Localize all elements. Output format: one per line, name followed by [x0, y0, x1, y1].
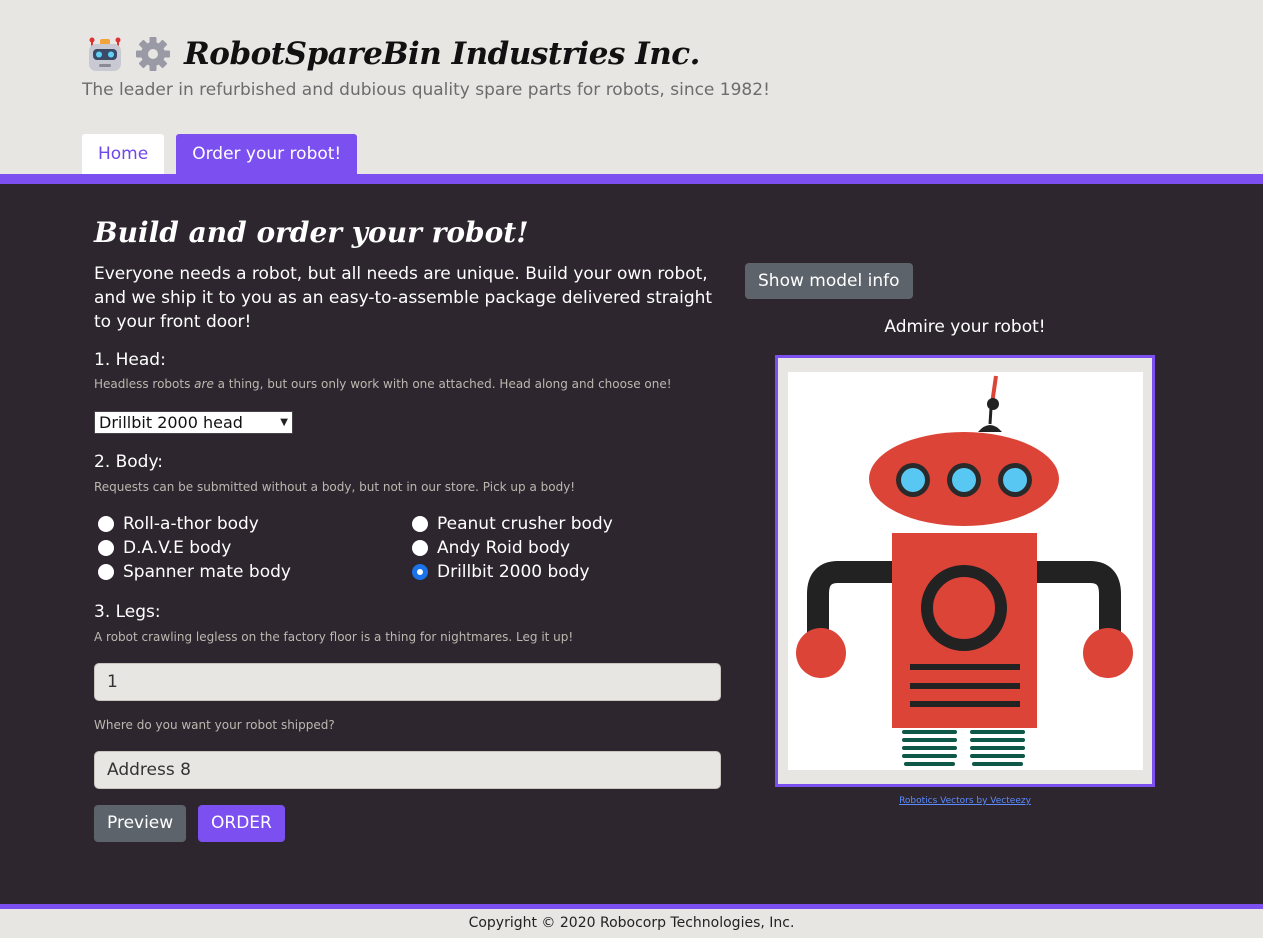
tagline: The leader in refurbished and dubious qu…	[82, 80, 770, 100]
robot-preview-frame	[775, 355, 1155, 787]
radio-label: Peanut crusher body	[437, 514, 613, 534]
radio-button[interactable]	[98, 564, 114, 580]
body-hint: Requests can be submitted without a body…	[94, 480, 576, 494]
logo-row: RobotSpareBin Industries Inc.	[86, 34, 700, 74]
radio-button[interactable]	[412, 516, 428, 532]
head-select[interactable]: Drillbit 2000 head ▼	[94, 411, 293, 434]
footer: Copyright © 2020 Robocorp Technologies, …	[0, 909, 1263, 938]
radio-roll-a-thor[interactable]: Roll-a-thor body	[98, 514, 259, 534]
show-model-info-button[interactable]: Show model info	[745, 263, 913, 299]
intro-text: Everyone needs a robot, but all needs ar…	[94, 264, 713, 332]
main-content: Build and order your robot! Everyone nee…	[0, 184, 1263, 904]
radio-dave[interactable]: D.A.V.E body	[98, 538, 231, 558]
radio-button-checked[interactable]	[412, 564, 428, 580]
address-input[interactable]: Address 8	[94, 751, 721, 789]
robot-face-icon	[86, 35, 124, 73]
preview-button[interactable]: Preview	[94, 805, 187, 842]
radio-button[interactable]	[412, 540, 428, 556]
head-hint-text-1: Headless robots	[94, 377, 195, 391]
nav-tabs: Home Order your robot!	[82, 134, 369, 174]
body-label: 2. Body:	[94, 452, 164, 472]
radio-label: Spanner mate body	[123, 562, 291, 582]
radio-andy-roid[interactable]: Andy Roid body	[412, 538, 570, 558]
address-hint: Where do you want your robot shipped?	[94, 718, 335, 732]
brand-title: RobotSpareBin Industries Inc.	[184, 36, 700, 72]
head-label: 1. Head:	[94, 350, 166, 370]
radio-button[interactable]	[98, 540, 114, 556]
legs-label: 3. Legs:	[94, 602, 161, 622]
admire-caption: Admire your robot!	[884, 317, 1046, 337]
page-title: Build and order your robot!	[94, 216, 529, 249]
tab-home[interactable]: Home	[82, 134, 165, 174]
header-divider	[0, 174, 1263, 184]
robot-preview-image	[788, 372, 1143, 770]
head-select-value: Drillbit 2000 head	[99, 413, 243, 432]
vecteezy-credit-link[interactable]: Robotics Vectors by Vecteezy	[775, 796, 1155, 806]
tab-order-your-robot[interactable]: Order your robot!	[176, 134, 358, 174]
radio-label: D.A.V.E body	[123, 538, 232, 558]
order-button[interactable]: ORDER	[198, 805, 285, 842]
chevron-down-icon: ▼	[280, 417, 288, 428]
head-hint: Headless robots are a thing, but ours on…	[94, 377, 672, 391]
legs-hint: A robot crawling legless on the factory …	[94, 630, 574, 644]
radio-drillbit-2000[interactable]: Drillbit 2000 body	[412, 562, 590, 582]
radio-button[interactable]	[98, 516, 114, 532]
head-hint-emphasis: are	[194, 377, 214, 391]
head-hint-text-2: a thing, but ours only work with one att…	[213, 377, 672, 391]
copyright-text: Copyright © 2020 Robocorp Technologies, …	[468, 915, 795, 931]
radio-spanner-mate[interactable]: Spanner mate body	[98, 562, 291, 582]
legs-input[interactable]: 1	[94, 663, 721, 701]
gear-icon	[134, 35, 172, 73]
radio-label: Roll-a-thor body	[123, 514, 259, 534]
radio-peanut-crusher[interactable]: Peanut crusher body	[412, 514, 613, 534]
radio-label: Drillbit 2000 body	[437, 562, 590, 582]
site-header: RobotSpareBin Industries Inc. The leader…	[0, 0, 1263, 174]
radio-label: Andy Roid body	[437, 538, 571, 558]
